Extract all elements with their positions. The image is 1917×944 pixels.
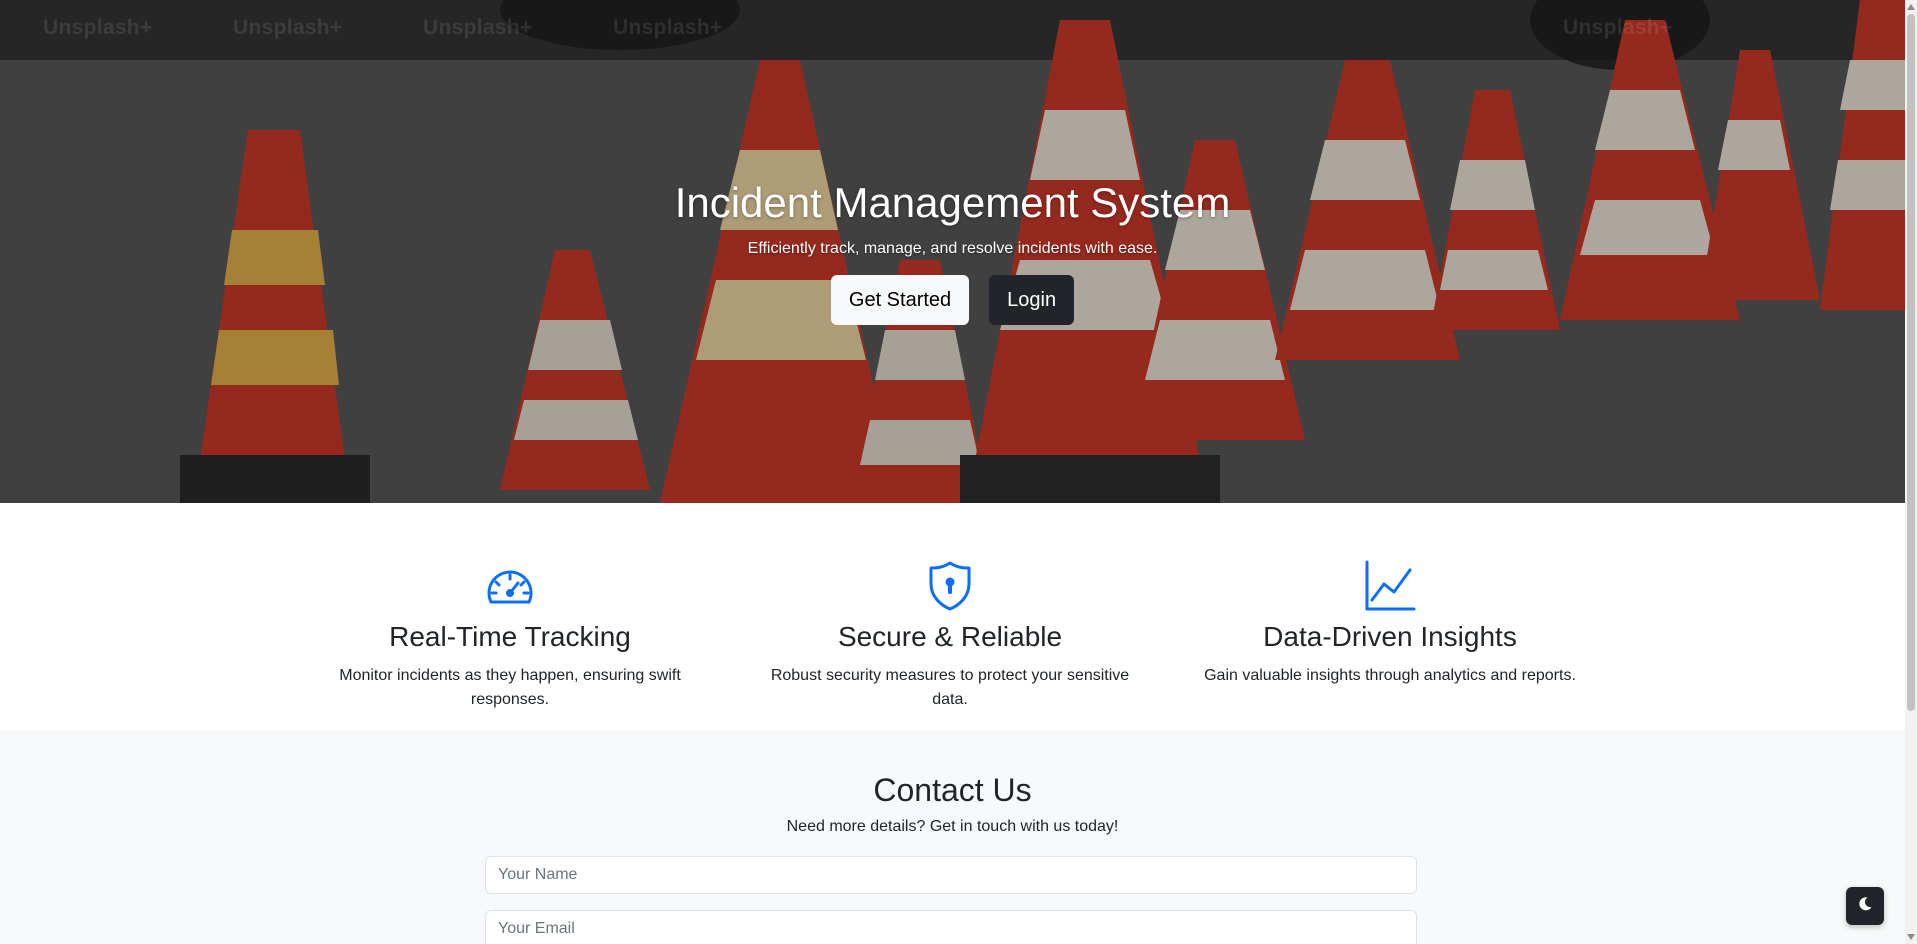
scroll-down-arrow[interactable] <box>1905 931 1917 943</box>
feature-title: Real-Time Tracking <box>389 621 631 652</box>
shield-lock-icon <box>760 560 1140 612</box>
speedometer-icon <box>320 560 700 612</box>
line-chart-icon <box>1200 560 1580 612</box>
contact-section: Contact Us Need more details? Get in tou… <box>0 730 1905 944</box>
unsplash-watermark: Unsplash+ <box>233 16 343 39</box>
name-input[interactable] <box>485 856 1417 894</box>
feature-secure-reliable: Secure & Reliable Robust security measur… <box>760 560 1140 712</box>
feature-title: Data-Driven Insights <box>1263 621 1517 652</box>
unsplash-watermark: Unsplash+ <box>43 16 153 39</box>
hero-section: Unsplash+ Unsplash+ Unsplash+ Unsplash+ … <box>0 0 1905 503</box>
vertical-scrollbar[interactable] <box>1905 0 1917 944</box>
unsplash-watermark: Unsplash+ <box>1563 16 1673 39</box>
feature-description: Gain valuable insights through analytics… <box>1204 667 1576 684</box>
unsplash-watermark: Unsplash+ <box>613 16 723 39</box>
hero-subtitle: Efficiently track, manage, and resolve i… <box>747 240 1158 257</box>
watermark-row: Unsplash+ Unsplash+ Unsplash+ Unsplash+ … <box>0 16 1905 46</box>
feature-real-time-tracking: Real-Time Tracking Monitor incidents as … <box>320 560 700 712</box>
scrollbar-thumb[interactable] <box>1907 14 1915 711</box>
unsplash-watermark: Unsplash+ <box>423 16 533 39</box>
contact-title: Contact Us <box>873 772 1032 808</box>
hero-title: Incident Management System <box>674 179 1231 226</box>
feature-description: Monitor incidents as they happen, ensuri… <box>339 667 681 708</box>
hero-buttons: Get Started Login <box>0 275 1905 325</box>
page: Unsplash+ Unsplash+ Unsplash+ Unsplash+ … <box>0 0 1905 944</box>
theme-toggle-button[interactable] <box>1846 887 1884 925</box>
email-input[interactable] <box>485 910 1417 944</box>
feature-description: Robust security measures to protect your… <box>770 667 1130 708</box>
get-started-button[interactable]: Get Started <box>830 275 970 325</box>
contact-subtitle: Need more details? Get in touch with us … <box>786 818 1119 835</box>
login-button[interactable]: Login <box>989 275 1075 325</box>
feature-data-driven-insights: Data-Driven Insights Gain valuable insig… <box>1200 560 1580 688</box>
moon-icon <box>1857 896 1873 917</box>
hero-content: Incident Management System Efficiently t… <box>0 176 1905 325</box>
feature-title: Secure & Reliable <box>837 621 1063 652</box>
scroll-up-arrow[interactable] <box>1905 1 1917 13</box>
features-section: Real-Time Tracking Monitor incidents as … <box>0 503 1905 730</box>
